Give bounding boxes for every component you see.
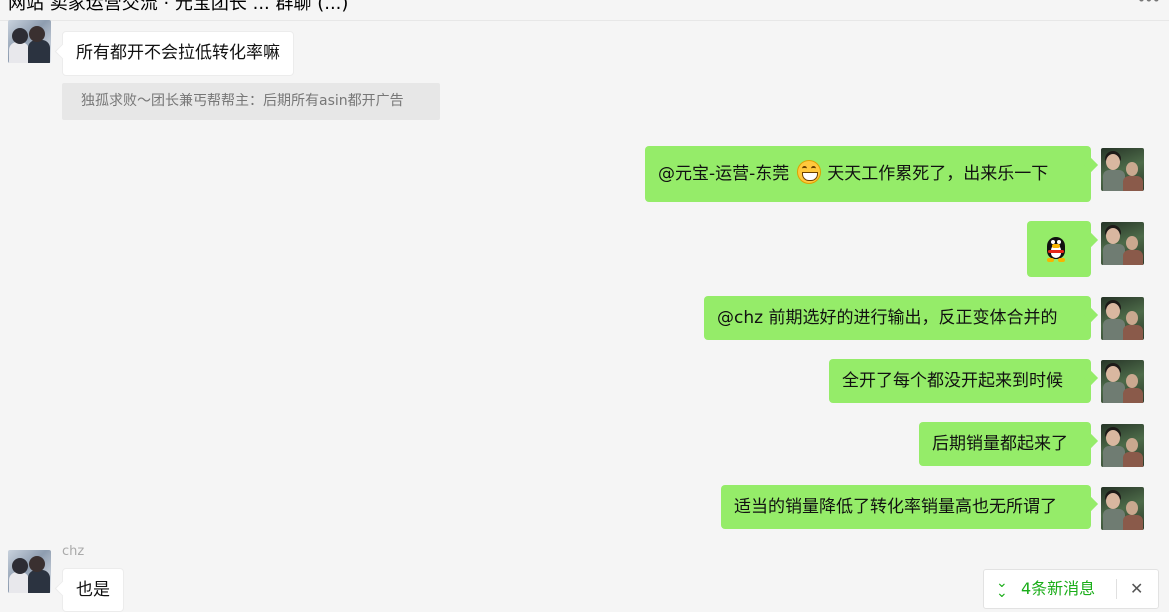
message-bubble-outgoing[interactable]: 全开了每个都没开起来到时候 (829, 359, 1091, 403)
more-icon[interactable]: ••• (1137, 0, 1161, 9)
avatar[interactable] (1101, 487, 1144, 530)
new-messages-notice[interactable]: ⌄ ⌄ 4条新消息 ✕ (983, 569, 1159, 609)
message-text: @chz 前期选好的进行输出，反正变体合并的 (717, 308, 1058, 328)
avatar[interactable] (1101, 148, 1144, 191)
mention-text: @元宝-运营-东莞 (658, 164, 790, 184)
new-messages-label: 4条新消息 (1021, 579, 1096, 598)
message-bubble-outgoing[interactable]: @chz 前期选好的进行输出，反正变体合并的 (704, 296, 1091, 340)
grin-emoji-icon (797, 160, 822, 184)
quoted-message[interactable]: 独孤求败～团长兼丐帮帮主：后期所有asin都开广告 (62, 83, 440, 120)
sender-name: chz (62, 544, 85, 559)
message-bubble-outgoing[interactable]: 适当的销量降低了转化率销量高也无所谓了 (721, 485, 1091, 529)
message-text: 后期销量都起来了 (932, 434, 1068, 454)
message-bubble-incoming[interactable]: 也是 (62, 568, 124, 612)
double-chevron-down-icon: ⌄ ⌄ (996, 575, 1008, 601)
message-bubble-outgoing[interactable]: 后期销量都起来了 (919, 422, 1091, 466)
message-text: 全开了每个都没开起来到时候 (842, 371, 1063, 391)
message-bubble-outgoing[interactable]: @元宝-运营-东莞 天天工作累死了，出来乐一下 (645, 146, 1091, 202)
divider (1116, 579, 1117, 599)
chat-header: 网站 卖家运营交流 · 元宝团长 ... 群聊 (...) ••• (0, 0, 1169, 21)
avatar[interactable] (8, 20, 51, 63)
message-text: 也是 (76, 580, 110, 600)
message-text: 所有都开不会拉低转化率嘛 (76, 43, 280, 63)
message-text: 适当的销量降低了转化率销量高也无所谓了 (734, 497, 1057, 517)
avatar[interactable] (1101, 424, 1144, 467)
chat-title: 网站 卖家运营交流 · 元宝团长 ... 群聊 (...) (8, 0, 349, 14)
close-icon[interactable]: ✕ (1130, 578, 1143, 600)
avatar[interactable] (1101, 297, 1144, 340)
avatar[interactable] (8, 550, 51, 593)
message-bubble-outgoing[interactable] (1027, 221, 1091, 277)
qq-penguin-emoji-icon (1045, 237, 1067, 263)
message-bubble-incoming[interactable]: 所有都开不会拉低转化率嘛 (62, 31, 294, 76)
avatar[interactable] (1101, 222, 1144, 265)
message-text: 天天工作累死了，出来乐一下 (827, 164, 1049, 184)
avatar[interactable] (1101, 360, 1144, 403)
